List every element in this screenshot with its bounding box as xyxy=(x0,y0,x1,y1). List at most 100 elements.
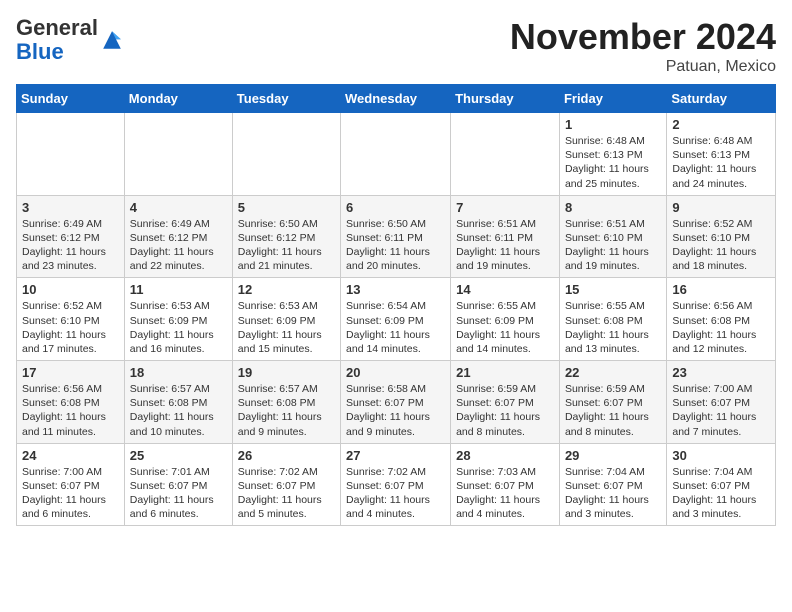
day-content: Daylight: 11 hours and 15 minutes. xyxy=(238,328,335,356)
day-cell: 25Sunrise: 7:01 AMSunset: 6:07 PMDayligh… xyxy=(124,443,232,526)
day-content: Sunrise: 7:01 AM xyxy=(130,465,227,479)
day-content: Sunrise: 6:57 AM xyxy=(238,382,335,396)
day-content: Daylight: 11 hours and 9 minutes. xyxy=(238,410,335,438)
page-header: General Blue November 2024 Patuan, Mexic… xyxy=(16,16,776,76)
calendar-table: SundayMondayTuesdayWednesdayThursdayFrid… xyxy=(16,84,776,526)
day-content: Daylight: 11 hours and 24 minutes. xyxy=(672,162,770,190)
day-cell: 11Sunrise: 6:53 AMSunset: 6:09 PMDayligh… xyxy=(124,278,232,361)
day-content: Sunset: 6:09 PM xyxy=(456,314,554,328)
day-content: Daylight: 11 hours and 21 minutes. xyxy=(238,245,335,273)
day-content: Sunset: 6:07 PM xyxy=(346,479,445,493)
day-content: Daylight: 11 hours and 4 minutes. xyxy=(346,493,445,521)
day-number: 23 xyxy=(672,365,770,380)
day-content: Sunrise: 6:51 AM xyxy=(565,217,661,231)
day-number: 17 xyxy=(22,365,119,380)
day-content: Sunrise: 6:54 AM xyxy=(346,299,445,313)
week-row-3: 17Sunrise: 6:56 AMSunset: 6:08 PMDayligh… xyxy=(17,361,776,444)
day-content: Sunrise: 6:56 AM xyxy=(22,382,119,396)
day-cell: 30 Sunrise: 7:04 AMSunset: 6:07 PMDayligh… xyxy=(667,443,776,526)
day-content: Sunrise: 6:58 AM xyxy=(346,382,445,396)
day-cell: 16Sunrise: 6:56 AMSunset: 6:08 PMDayligh… xyxy=(667,278,776,361)
day-cell xyxy=(17,113,125,196)
location: Patuan, Mexico xyxy=(510,58,776,76)
day-number: 28 xyxy=(456,448,554,463)
col-header-thursday: Thursday xyxy=(451,85,560,113)
day-number: 29 xyxy=(565,448,661,463)
day-cell: 23Sunrise: 7:00 AMSunset: 6:07 PMDayligh… xyxy=(667,361,776,444)
week-row-4: 24Sunrise: 7:00 AMSunset: 6:07 PMDayligh… xyxy=(17,443,776,526)
day-number: 30 xyxy=(672,448,770,463)
day-cell: 13Sunrise: 6:54 AMSunset: 6:09 PMDayligh… xyxy=(341,278,451,361)
day-content: Sunset: 6:08 PM xyxy=(672,314,770,328)
col-header-friday: Friday xyxy=(559,85,666,113)
day-number: 1 xyxy=(565,117,661,132)
col-header-monday: Monday xyxy=(124,85,232,113)
day-content: Sunrise: 6:52 AM xyxy=(672,217,770,231)
col-header-saturday: Saturday xyxy=(667,85,776,113)
day-content: Sunrise: 7:02 AM xyxy=(346,465,445,479)
day-content: Daylight: 11 hours and 6 minutes. xyxy=(130,493,227,521)
day-content: Sunrise: 6:56 AM xyxy=(672,299,770,313)
day-cell: 17Sunrise: 6:56 AMSunset: 6:08 PMDayligh… xyxy=(17,361,125,444)
day-number: 6 xyxy=(346,200,445,215)
day-content: Daylight: 11 hours and 9 minutes. xyxy=(346,410,445,438)
day-content: Sunset: 6:13 PM xyxy=(672,148,770,162)
day-content: Sunrise: 6:48 AM xyxy=(565,134,661,148)
day-content: Sunrise: 7:04 AM xyxy=(565,465,661,479)
day-cell: 7Sunrise: 6:51 AMSunset: 6:11 PMDaylight… xyxy=(451,195,560,278)
day-cell: 15Sunrise: 6:55 AMSunset: 6:08 PMDayligh… xyxy=(559,278,666,361)
week-row-0: 1 Sunrise: 6:48 AM Sunset: 6:13 PMDaylight… xyxy=(17,113,776,196)
calendar-header-row: SundayMondayTuesdayWednesdayThursdayFrid… xyxy=(17,85,776,113)
col-header-sunday: Sunday xyxy=(17,85,125,113)
day-content: Sunset: 6:12 PM xyxy=(22,231,119,245)
day-cell: 4Sunrise: 6:49 AMSunset: 6:12 PMDaylight… xyxy=(124,195,232,278)
day-cell: 2Sunrise: 6:48 AMSunset: 6:13 PMDaylight… xyxy=(667,113,776,196)
day-content: Daylight: 11 hours and 10 minutes. xyxy=(130,410,227,438)
day-content: Sunrise: 7:00 AM xyxy=(22,465,119,479)
day-cell: 27Sunrise: 7:02 AMSunset: 6:07 PMDayligh… xyxy=(341,443,451,526)
day-cell: 29Sunrise: 7:04 AMSunset: 6:07 PMDayligh… xyxy=(559,443,666,526)
day-content: Sunset: 6:12 PM xyxy=(238,231,335,245)
day-cell: 9 Sunrise: 6:52 AMSunset: 6:10 PMDaylight… xyxy=(667,195,776,278)
day-number: 21 xyxy=(456,365,554,380)
day-content: Sunrise: 6:59 AM xyxy=(565,382,661,396)
day-content: Sunrise: 7:04 AM xyxy=(672,465,770,479)
day-content: Sunset: 6:09 PM xyxy=(238,314,335,328)
day-content: Sunset: 6:07 PM xyxy=(565,396,661,410)
day-content: Sunset: 6:07 PM xyxy=(672,479,770,493)
day-number: 18 xyxy=(130,365,227,380)
day-content: Sunrise: 6:59 AM xyxy=(456,382,554,396)
day-content: Daylight: 11 hours and 14 minutes. xyxy=(456,328,554,356)
day-content: Sunset: 6:10 PM xyxy=(565,231,661,245)
day-number: 16 xyxy=(672,282,770,297)
day-number: 2 xyxy=(672,117,770,132)
day-number: 9 xyxy=(672,200,770,215)
day-content: Daylight: 11 hours and 17 minutes. xyxy=(22,328,119,356)
day-content: Sunset: 6:08 PM xyxy=(130,396,227,410)
day-cell: 3Sunrise: 6:49 AMSunset: 6:12 PMDaylight… xyxy=(17,195,125,278)
day-content: Sunset: 6:11 PM xyxy=(456,231,554,245)
day-content: Daylight: 11 hours and 6 minutes. xyxy=(22,493,119,521)
week-row-1: 3Sunrise: 6:49 AMSunset: 6:12 PMDaylight… xyxy=(17,195,776,278)
day-content: Daylight: 11 hours and 18 minutes. xyxy=(672,245,770,273)
day-number: 3 xyxy=(22,200,119,215)
day-content: Daylight: 11 hours and 3 minutes. xyxy=(672,493,770,521)
day-cell: 20Sunrise: 6:58 AMSunset: 6:07 PMDayligh… xyxy=(341,361,451,444)
day-number: 4 xyxy=(130,200,227,215)
day-number: 24 xyxy=(22,448,119,463)
day-content: Sunset: 6:12 PM xyxy=(130,231,227,245)
day-content: Sunrise: 6:52 AM xyxy=(22,299,119,313)
day-content: Sunset: 6:07 PM xyxy=(672,396,770,410)
day-content: Sunset: 6:10 PM xyxy=(672,231,770,245)
day-content: Sunset: 6:07 PM xyxy=(238,479,335,493)
day-number: 13 xyxy=(346,282,445,297)
day-cell: 24Sunrise: 7:00 AMSunset: 6:07 PMDayligh… xyxy=(17,443,125,526)
day-cell: 8Sunrise: 6:51 AMSunset: 6:10 PMDaylight… xyxy=(559,195,666,278)
day-content: Sunrise: 6:55 AM xyxy=(565,299,661,313)
day-content: Sunset: 6:08 PM xyxy=(565,314,661,328)
day-content: Sunrise: 6:50 AM xyxy=(346,217,445,231)
day-content: Sunrise: 6:49 AM xyxy=(130,217,227,231)
day-number: 5 xyxy=(238,200,335,215)
logo-general-text: General xyxy=(16,15,98,40)
day-content: Sunset: 6:09 PM xyxy=(346,314,445,328)
